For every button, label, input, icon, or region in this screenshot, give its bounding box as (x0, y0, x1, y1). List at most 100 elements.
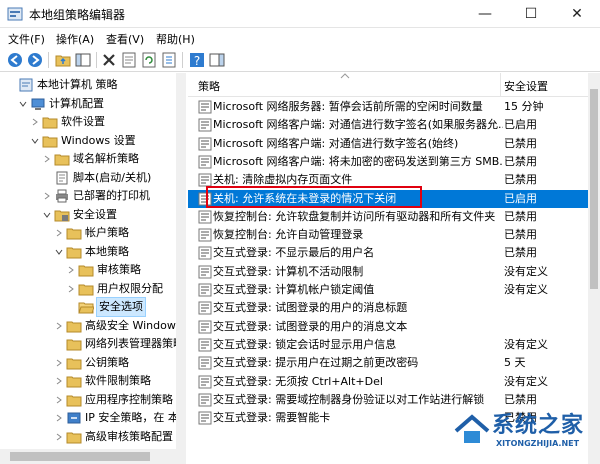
policy-row[interactable]: 交互式登录: 无须按 Ctrl+Alt+Del 没有定义 (188, 373, 590, 391)
tree-item[interactable]: 软件限制策略 (0, 372, 176, 390)
tree-item[interactable]: IP 安全策略，在 本 (0, 409, 179, 427)
tree-item[interactable]: 审核策略 (0, 261, 176, 279)
refresh-icon[interactable] (140, 51, 158, 69)
chevron-right-icon[interactable] (42, 191, 52, 201)
tree-item[interactable]: 高级安全 Windows (0, 317, 182, 335)
menu-action[interactable]: 操作(A) (56, 31, 94, 47)
policy-row[interactable]: Microsoft 网络客户端: 对通信进行数字签名(如果服务器允... 已启用 (188, 116, 590, 134)
policy-row[interactable]: Microsoft 网络客户端: 对通信进行数字签名(始终) 已禁用 (188, 135, 590, 153)
chevron-right-icon[interactable] (30, 117, 40, 127)
chevron-right-icon[interactable] (54, 432, 64, 442)
maximize-button[interactable]: ☐ (508, 0, 554, 28)
policy-row[interactable]: 交互式登录: 计算机不活动限制 没有定义 (188, 263, 590, 281)
tree-vertical-scrollbar[interactable] (176, 73, 186, 449)
policy-setting-value: 15 分钟 (504, 100, 544, 113)
tree-item[interactable]: 安全选项 (0, 297, 176, 317)
tree-item[interactable]: 本地策略 (0, 243, 176, 261)
tree-item-label: 脚本(启动/关机) (73, 170, 152, 184)
policy-setting-icon (198, 320, 212, 334)
chevron-right-icon[interactable] (42, 154, 52, 164)
tree-item[interactable]: 公钥策略 (0, 354, 176, 372)
policy-row[interactable]: 交互式登录: 不显示最后的用户名 已禁用 (188, 244, 590, 262)
chevron-right-icon[interactable] (54, 376, 64, 386)
policy-setting-icon (198, 265, 212, 279)
tree-item-label: 网络列表管理器策略 (85, 337, 184, 350)
back-arrow-icon[interactable] (6, 51, 24, 69)
up-folder-icon[interactable] (54, 51, 72, 69)
chevron-right-icon[interactable] (54, 413, 64, 423)
tree-item[interactable]: 高级审核策略配置 (0, 428, 176, 446)
tree-item[interactable]: 应用程序控制策略 (0, 391, 176, 409)
close-button[interactable]: ✕ (554, 0, 600, 28)
ip-security-icon (67, 412, 81, 424)
policy-setting-icon (198, 210, 212, 224)
minimize-button[interactable]: — (462, 0, 508, 28)
chevron-right-icon[interactable] (54, 228, 64, 238)
forward-arrow-icon[interactable] (26, 51, 44, 69)
tree-item[interactable]: 脚本(启动/关机) (0, 169, 176, 187)
tree-item-label: 软件设置 (61, 115, 105, 128)
chevron-right-icon[interactable] (66, 265, 76, 275)
tree-item[interactable]: 帐户策略 (0, 224, 176, 242)
tree-item[interactable]: 计算机配置 (0, 95, 176, 113)
chevron-down-icon[interactable] (18, 99, 28, 109)
tree-item[interactable]: 网络列表管理器策略 (0, 335, 184, 353)
folder-icon (42, 117, 58, 129)
column-header-setting[interactable]: 安全设置 (504, 78, 548, 94)
policy-name: 交互式登录: 不显示最后的用户名 (213, 246, 375, 260)
chevron-down-icon[interactable] (54, 247, 64, 257)
action-pane-icon[interactable] (208, 51, 226, 69)
menu-help[interactable]: 帮助(H) (156, 31, 195, 47)
policy-name: 交互式登录: 试图登录的用户的消息文本 (213, 319, 408, 333)
tree-item[interactable]: 本地计算机 策略 (0, 76, 176, 94)
list-scroll-thumb[interactable] (590, 89, 598, 289)
policy-row[interactable]: Microsoft 网络客户端: 将未加密的密码发送到第三方 SMB... 已禁用 (188, 153, 590, 171)
chevron-down-icon[interactable] (42, 210, 52, 220)
tree-item[interactable]: 域名解析策略 (0, 150, 176, 168)
policy-row[interactable]: 交互式登录: 试图登录的用户的消息标题 (188, 299, 590, 317)
tree-item[interactable]: Windows 设置 (0, 132, 176, 150)
chevron-down-icon[interactable] (30, 136, 40, 146)
show-hide-tree-icon[interactable] (74, 51, 92, 69)
policy-setting-icon (198, 100, 212, 114)
tree-item-label: 本地计算机 策略 (37, 78, 118, 91)
policy-row[interactable]: Microsoft 网络服务器: 暂停会话前所需的空闲时间数量 15 分钟 (188, 98, 590, 116)
policy-row[interactable]: 交互式登录: 试图登录的用户的消息文本 (188, 318, 590, 336)
chevron-right-icon[interactable] (54, 395, 64, 405)
window-title: 本地组策略编辑器 (29, 8, 126, 22)
delete-icon[interactable] (100, 51, 118, 69)
tree-item-label: 安全选项 (96, 297, 146, 317)
policy-name: 恢复控制台: 允许软盘复制并访问所有驱动器和所有文件夹 (213, 209, 496, 223)
policy-row[interactable]: 交互式登录: 锁定会话时显示用户信息 没有定义 (188, 336, 590, 354)
column-header-policy[interactable]: 策略 (198, 78, 220, 94)
policy-setting-value: 没有定义 (504, 374, 548, 388)
tree-scroll-thumb[interactable] (10, 452, 150, 461)
menu-view[interactable]: 查看(V) (106, 31, 144, 47)
printer-icon (56, 189, 68, 203)
tree-item-label: 软件限制策略 (85, 374, 151, 387)
export-list-icon[interactable] (160, 51, 178, 69)
watermark-text: 系统之家 (492, 412, 585, 438)
properties-icon[interactable] (120, 51, 138, 69)
tree-horizontal-scrollbar[interactable] (0, 449, 186, 464)
tree-item-label: 高级安全 Windows (85, 318, 182, 332)
chevron-right-icon[interactable] (66, 284, 76, 294)
policy-row[interactable]: 恢复控制台: 允许自动管理登录 已禁用 (188, 226, 590, 244)
policy-row[interactable]: 交互式登录: 计算机帐户锁定阈值 没有定义 (188, 281, 590, 299)
policy-row[interactable]: 交互式登录: 提示用户在过期之前更改密码 5 天 (188, 354, 590, 372)
tree-item[interactable]: 软件设置 (0, 113, 176, 131)
column-divider[interactable] (500, 73, 501, 97)
console-tree[interactable]: 本地计算机 策略计算机配置软件设置 Windows 设置 域名解析策略脚本(启动/关… (0, 73, 186, 464)
policy-name: 交互式登录: 计算机帐户锁定阈值 (213, 283, 375, 296)
tree-item[interactable]: 用户权限分配 (0, 280, 176, 298)
policy-setting-icon (198, 155, 212, 169)
tree-item[interactable]: 安全设置 (0, 206, 176, 224)
menu-file[interactable]: 文件(F) (8, 31, 45, 47)
folder-icon (78, 265, 94, 277)
policy-row[interactable]: 恢复控制台: 允许软盘复制并访问所有驱动器和所有文件夹 已禁用 (188, 208, 590, 226)
chevron-right-icon[interactable] (54, 358, 64, 368)
help-icon[interactable]: ? (188, 51, 206, 69)
chevron-right-icon[interactable] (54, 321, 64, 331)
policy-setting-value: 5 天 (504, 356, 526, 370)
tree-item[interactable]: 已部署的打印机 (0, 187, 176, 205)
